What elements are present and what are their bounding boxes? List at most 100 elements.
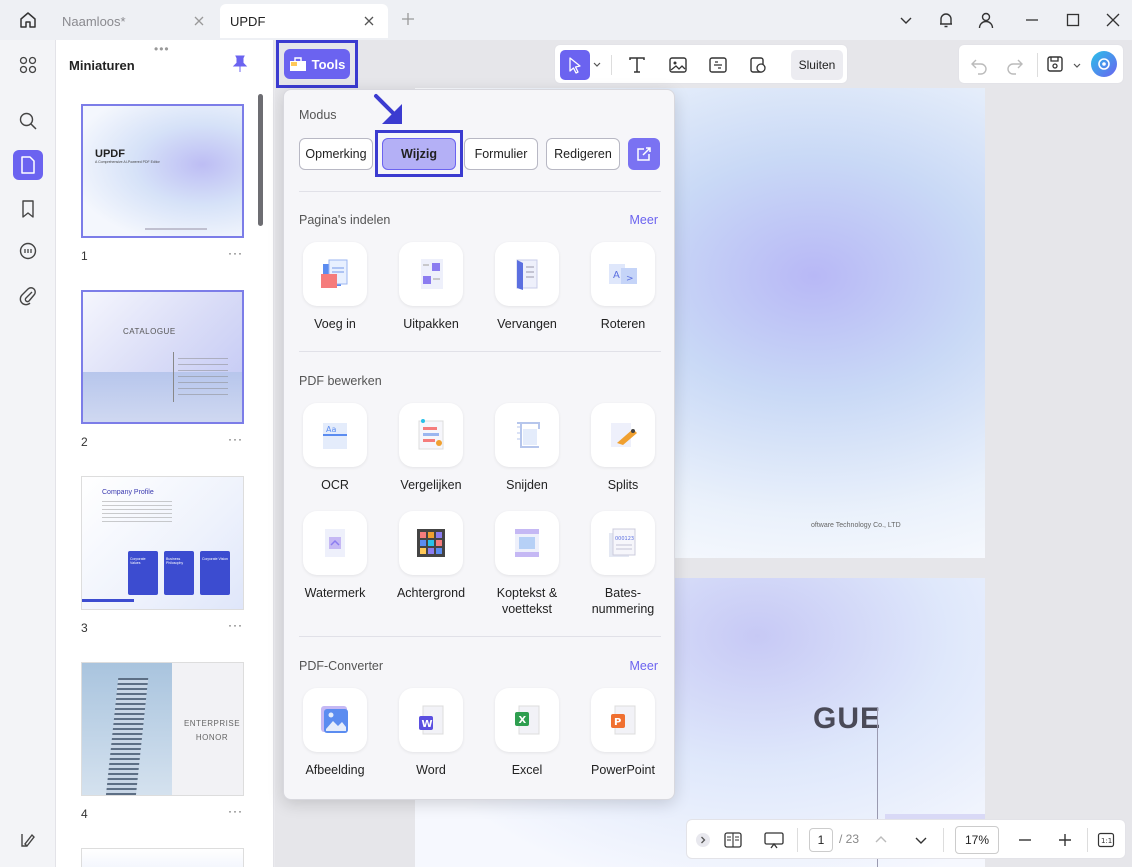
- tool-compare[interactable]: Vergelijken: [386, 403, 476, 493]
- thumbnail-page[interactable]: UPDF A Comprehensive AI-Powered PDF Edit…: [81, 104, 244, 238]
- title-bar: Naamloos* UPDF: [0, 0, 1132, 40]
- thumbnails-scrollbar[interactable]: [258, 94, 263, 226]
- tool-bates[interactable]: 000123 Bates-nummering: [578, 511, 668, 617]
- thumbnail-more-button[interactable]: ···: [228, 246, 243, 260]
- save-icon[interactable]: [1045, 54, 1065, 77]
- close-tab-icon[interactable]: [362, 14, 376, 28]
- tool-split[interactable]: Splits: [578, 403, 668, 493]
- divider: [299, 636, 661, 637]
- home-icon[interactable]: [14, 8, 42, 32]
- tool-to-powerpoint[interactable]: P PowerPoint: [578, 688, 668, 778]
- collapse-bar-button[interactable]: [693, 828, 713, 852]
- search-icon[interactable]: [13, 106, 43, 136]
- page-number: 3: [81, 621, 88, 635]
- more-link[interactable]: Meer: [630, 659, 658, 673]
- tab-label: UPDF: [230, 13, 266, 29]
- thumbnail-more-button[interactable]: ···: [228, 804, 243, 818]
- tool-label: Watermerk: [304, 586, 366, 600]
- select-tool-button[interactable]: [560, 50, 590, 80]
- svg-text:P: P: [614, 717, 621, 728]
- maximize-icon[interactable]: [1063, 10, 1083, 30]
- current-page-input[interactable]: 1: [809, 828, 833, 852]
- chevron-down-icon[interactable]: [896, 10, 916, 30]
- new-tab-icon[interactable]: [400, 11, 416, 27]
- next-page-icon[interactable]: [911, 828, 931, 852]
- sign-icon[interactable]: [13, 825, 43, 855]
- chevron-down-icon[interactable]: [592, 58, 602, 73]
- watermark-tool-button[interactable]: [743, 50, 773, 80]
- watermark-icon: [750, 57, 766, 73]
- tool-ocr[interactable]: Aa OCR: [290, 403, 380, 493]
- tool-background[interactable]: Achtergrond: [386, 511, 476, 601]
- pin-icon[interactable]: [232, 55, 248, 73]
- image-tool-button[interactable]: [663, 50, 693, 80]
- close-tab-icon[interactable]: [192, 14, 206, 28]
- previous-page-icon[interactable]: [871, 828, 891, 852]
- link-icon: [709, 57, 727, 73]
- mode-formulier-button[interactable]: Formulier: [464, 138, 538, 170]
- bookmark-icon[interactable]: [13, 194, 43, 224]
- mode-opmerking-button[interactable]: Opmerking: [299, 138, 373, 170]
- tool-label: Vervangen: [497, 317, 557, 331]
- zoom-out-icon[interactable]: [1015, 828, 1035, 852]
- thumbnails-icon[interactable]: [13, 150, 43, 180]
- tools-label: Tools: [311, 56, 346, 72]
- close-window-icon[interactable]: [1103, 10, 1123, 30]
- open-external-button[interactable]: [628, 138, 660, 170]
- tool-replace[interactable]: Vervangen: [482, 242, 572, 332]
- mode-redigeren-button[interactable]: Redigeren: [546, 138, 620, 170]
- tab-updf[interactable]: UPDF: [220, 4, 388, 38]
- external-link-icon: [637, 147, 651, 161]
- mode-wijzig-button[interactable]: Wijzig: [382, 138, 456, 170]
- thumbnails-title: Miniaturen: [69, 58, 135, 73]
- comment-icon[interactable]: [13, 237, 43, 267]
- close-edit-button[interactable]: Sluiten: [791, 50, 843, 80]
- tool-insert[interactable]: Voeg in: [290, 242, 380, 332]
- thumbnail-more-button[interactable]: ···: [228, 432, 243, 446]
- tool-crop[interactable]: Snijden: [482, 403, 572, 493]
- tool-to-excel[interactable]: X Excel: [482, 688, 572, 778]
- tool-extract[interactable]: Uitpakken: [386, 242, 476, 332]
- undo-icon[interactable]: [969, 55, 989, 78]
- thumbnail-more-button[interactable]: ···: [228, 618, 243, 632]
- tool-label: Excel: [511, 763, 543, 777]
- thumbnail-page[interactable]: Company Profile Corporate Values Busines…: [81, 476, 244, 610]
- ocr-icon: Aa: [323, 423, 347, 449]
- ai-assistant-icon[interactable]: [1091, 51, 1117, 77]
- thumb-card: Corporate Vision: [202, 557, 229, 561]
- thumbnail-page[interactable]: CATALOGUE: [81, 290, 244, 424]
- zoom-in-icon[interactable]: [1055, 828, 1075, 852]
- apps-icon[interactable]: [13, 50, 43, 80]
- presentation-icon[interactable]: [761, 828, 787, 852]
- split-icon: [611, 423, 637, 447]
- page-layout-icon[interactable]: [721, 828, 745, 852]
- redo-icon[interactable]: [1005, 55, 1025, 78]
- bell-icon[interactable]: [936, 10, 956, 30]
- svg-text:W: W: [422, 719, 433, 730]
- right-toolbar: [958, 44, 1124, 84]
- thumbnail-page[interactable]: ENTERPRISE HONOR: [81, 662, 244, 796]
- left-rail: [0, 40, 56, 867]
- tool-to-image[interactable]: Afbeelding: [290, 688, 380, 778]
- text-tool-button[interactable]: [622, 50, 652, 80]
- more-link[interactable]: Meer: [630, 213, 658, 227]
- thumb-brand: UPDF: [95, 148, 125, 160]
- tools-button[interactable]: Tools: [284, 49, 350, 79]
- tool-watermark[interactable]: Watermerk: [290, 511, 380, 601]
- chevron-down-icon[interactable]: [1072, 59, 1082, 74]
- minimize-icon[interactable]: [1022, 10, 1042, 30]
- tab-naamloos[interactable]: Naamloos*: [52, 4, 218, 38]
- link-tool-button[interactable]: [703, 50, 733, 80]
- user-icon[interactable]: [976, 10, 996, 30]
- tool-label: Vergelijken: [400, 478, 462, 492]
- tool-to-word[interactable]: W Word: [386, 688, 476, 778]
- actual-size-icon[interactable]: 1:1: [1095, 828, 1117, 852]
- panel-drag-handle[interactable]: •••: [154, 42, 170, 56]
- thumbnail-page[interactable]: [81, 848, 244, 867]
- tool-header-footer[interactable]: Koptekst & voettekst: [482, 511, 572, 617]
- page-footer-text: oftware Technology Co., LTD: [811, 522, 901, 529]
- tool-rotate[interactable]: A > Roteren: [578, 242, 668, 332]
- attachment-icon[interactable]: [13, 281, 43, 311]
- thumb-heading: Company Profile: [102, 489, 154, 496]
- zoom-level-input[interactable]: 17%: [955, 826, 999, 854]
